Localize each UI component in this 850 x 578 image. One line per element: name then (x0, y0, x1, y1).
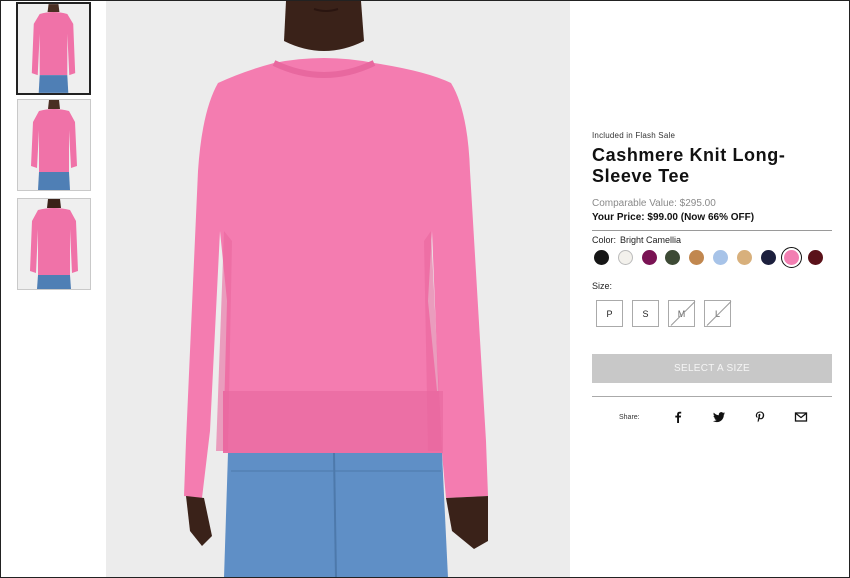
size-option-p[interactable]: P (596, 300, 623, 327)
facebook-icon[interactable] (671, 410, 685, 424)
pinterest-icon[interactable] (753, 410, 767, 424)
thumbnail-2[interactable] (17, 99, 91, 191)
product-page: Included in Flash Sale Cashmere Knit Lon… (0, 0, 850, 578)
product-details: Included in Flash Sale Cashmere Knit Lon… (592, 131, 832, 330)
size-option-m[interactable]: M (668, 300, 695, 327)
product-front-photo-alt (18, 100, 90, 190)
color-swatch[interactable] (665, 250, 681, 265)
size-label: Size: (592, 281, 613, 291)
color-swatch[interactable] (594, 250, 609, 265)
main-product-image (106, 1, 570, 577)
model-wearing-pink-sweater-photo (106, 1, 570, 577)
share-label: Share: (619, 414, 640, 421)
divider (592, 230, 832, 231)
color-swatch[interactable] (641, 250, 657, 265)
color-swatch[interactable] (808, 250, 824, 265)
size-options: PSML (592, 300, 832, 330)
color-swatch[interactable] (760, 250, 776, 265)
email-icon[interactable] (794, 410, 808, 424)
color-swatch[interactable] (713, 250, 728, 265)
thumbnail-3[interactable] (17, 198, 91, 290)
your-price: Your Price: $99.00 (Now 66% OFF) (592, 212, 755, 223)
twitter-icon[interactable] (712, 410, 726, 424)
select-size-button[interactable]: SELECT A SIZE (592, 354, 832, 383)
color-selection-label: Color: Bright Camellia (592, 235, 832, 245)
product-front-photo (18, 4, 89, 93)
selected-color-name: Bright Camellia (620, 235, 682, 245)
color-label: Color: (592, 235, 617, 245)
color-swatch[interactable] (689, 250, 705, 265)
share-bar: Share: (592, 408, 832, 428)
color-swatch[interactable] (736, 250, 752, 265)
thumbnail-1[interactable] (16, 2, 91, 95)
flash-sale-badge: Included in Flash Sale (592, 131, 676, 140)
color-swatch[interactable] (781, 247, 803, 268)
size-option-s[interactable]: S (632, 300, 659, 327)
product-back-photo (18, 199, 90, 289)
color-swatch[interactable] (617, 250, 633, 265)
size-option-l[interactable]: L (704, 300, 731, 327)
product-title: Cashmere Knit Long-Sleeve Tee (592, 145, 786, 186)
comparable-value: Comparable Value: $295.00 (592, 198, 716, 209)
divider (592, 396, 832, 397)
color-swatches (592, 247, 832, 268)
